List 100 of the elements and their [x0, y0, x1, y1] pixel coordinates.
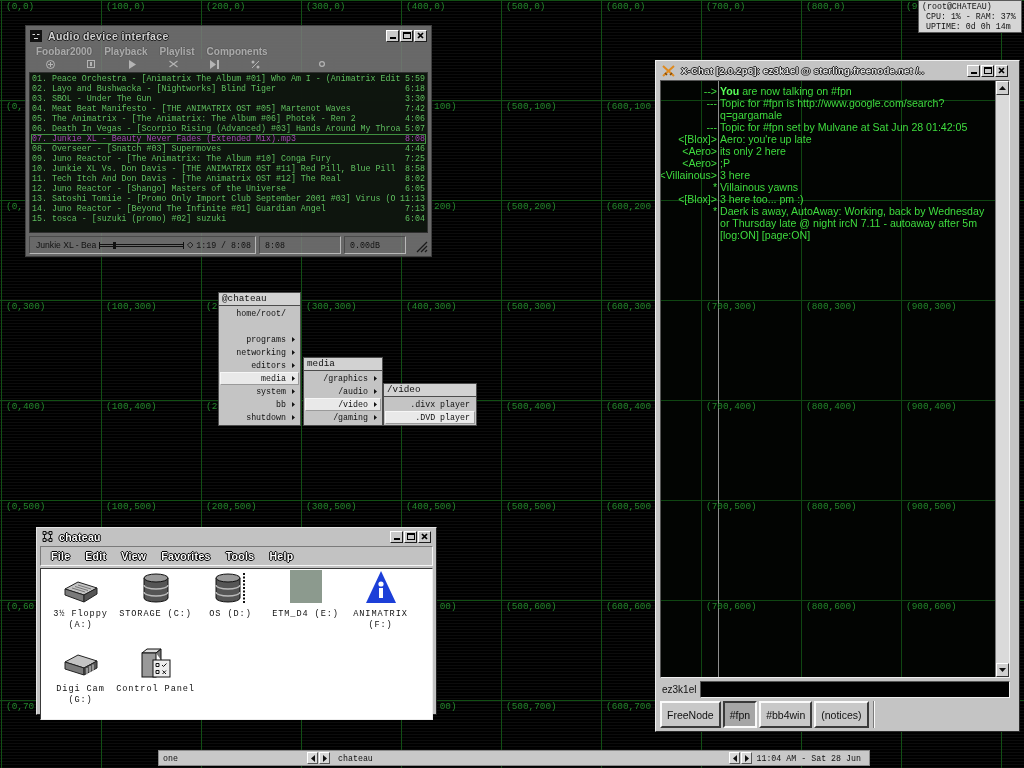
drive-label[interactable]: Digi Cam (G:) — [56, 684, 105, 706]
track-duration: 3:30 — [405, 95, 425, 103]
message-prefix: * — [712, 205, 717, 219]
menu-item[interactable]: /gaming — [305, 411, 381, 424]
playlist-row[interactable]: 07. Junkie XL - Beauty Never Fades (Extended Mix).mp3 8:08 — [31, 134, 426, 144]
maximize-button[interactable] — [981, 64, 994, 77]
playlist-row[interactable]: 10. Junkie XL Vs. Don Davis - [THE ANIMATRIX OST #11] Red Pill, Blue Pill 8:58 — [31, 164, 426, 174]
maximize-button[interactable] — [404, 530, 417, 543]
playlist-row[interactable]: 02. Layo and Bushwacka - [Nightworks] Blind Tiger 6:18 — [31, 84, 426, 94]
grid-coordinate-label: (100,300) — [106, 302, 157, 312]
scrollbar-track[interactable] — [995, 81, 1009, 677]
scroll-down-button[interactable] — [996, 663, 1009, 677]
playlist-row[interactable]: 06. Death In Vegas - [Scorpio Rising (Advanced) #03] Hands Around My Throa 5:07 — [31, 124, 426, 134]
grid-coordinate-label: (500,500) — [506, 502, 557, 512]
track-duration: 6:05 — [405, 185, 425, 193]
minimize-button[interactable] — [390, 530, 403, 543]
track-title: 15. tosca - [suzuki (promo) #02] suzuki — [32, 215, 227, 223]
drive-label[interactable]: ETM_D4 (E:) — [272, 609, 339, 620]
floppy-drive-icon[interactable] — [63, 581, 98, 603]
next-window-button[interactable] — [741, 752, 753, 764]
track-title: 01. Peace Orchestra - [Animatrix The Album #01] Who Am I - (Animatrix Edit — [32, 75, 401, 83]
drive-label[interactable]: 3½ Floppy (A:) — [53, 609, 108, 631]
close-button[interactable] — [418, 530, 431, 543]
close-button[interactable] — [414, 29, 427, 42]
track-title: 03. SBOL - Under The Gun — [32, 95, 152, 103]
message-text: Aero: you're up late — [720, 133, 813, 145]
menu-item[interactable]: .DVD player — [385, 411, 475, 424]
crossed-swords-icon — [662, 64, 675, 77]
grid-coordinate-label: (500,200) — [506, 202, 557, 212]
menu-item[interactable]: home/root/ — [220, 307, 299, 333]
track-title: 05. The Animatrix - [The Animatrix: The Album #06] Photek - Ren 2 — [32, 115, 356, 123]
plus-circle-icon — [45, 59, 55, 69]
track-duration: 6:18 — [405, 85, 425, 93]
nick-label: ez3k1el — [661, 683, 697, 695]
playlist-row[interactable]: 09. Juno Reactor - [The Animatrix: The Album #10] Conga Fury 7:25 — [31, 154, 426, 164]
grid-coordinate-label: (600,100 — [606, 102, 651, 112]
previous-workspace-button[interactable] — [307, 752, 318, 764]
menu-item[interactable]: Help — [269, 550, 294, 562]
channel-tab[interactable]: #bb4win — [759, 701, 813, 728]
previous-window-button[interactable] — [729, 752, 741, 764]
drive-label[interactable]: STORAGE (C:) — [119, 609, 192, 620]
message-prefix: * — [712, 181, 717, 193]
message-prefix: <[Blox]> — [678, 133, 717, 145]
menu-item[interactable]: media — [220, 372, 299, 385]
track-title: 06. Death In Vegas - [Scorpio Rising (Advanced) #03] Hands Around My Throa — [32, 125, 401, 133]
track-title: 02. Layo and Bushwacka - [Nightworks] Blind Tiger — [32, 85, 276, 93]
photo-placeholder[interactable] — [289, 570, 322, 603]
drive-label[interactable]: ANIMATRIX (F:) — [353, 609, 408, 631]
menu-item[interactable]: Tools — [225, 550, 255, 562]
down-arrow-icon — [999, 668, 1006, 672]
next-workspace-button[interactable] — [319, 752, 330, 764]
drive-label[interactable]: OS (D:) — [209, 609, 252, 620]
playlist-row[interactable]: 14. Juno Reactor - [Beyond The Infinite #01] Guardian Angel 7:13 — [31, 204, 426, 214]
drive-icon[interactable] — [63, 654, 98, 678]
disk-stack-icon[interactable] — [142, 573, 169, 603]
playlist-row[interactable]: 05. The Animatrix - [The Animatrix: The Album #06] Photek - Ren 2 4:06 — [31, 114, 426, 124]
playlist-row[interactable]: 12. Juno Reactor - [Shango] Masters of the Universe 6:05 — [31, 184, 426, 194]
playlist-row[interactable]: 13. Satoshi Tomiie - [Promo Only Import Club September 2001 #03] Virus (O 11:13 — [31, 194, 426, 204]
menu-item[interactable]: .divx player — [385, 398, 475, 411]
minimize-button[interactable] — [967, 64, 980, 77]
seek-bar[interactable] — [99, 241, 184, 249]
grid-coordinate-label: (0,400) — [6, 402, 46, 412]
playlist-row[interactable]: 15. tosca - [suzuki (promo) #02] suzuki 6:04 — [31, 214, 426, 224]
menu-item[interactable]: shutdown — [220, 411, 299, 424]
minimize-button[interactable] — [386, 29, 399, 42]
triangle-logo-icon[interactable] — [365, 571, 396, 603]
seek-thumb[interactable] — [112, 241, 116, 249]
menu-item[interactable]: programs — [220, 333, 299, 346]
playlist-row[interactable]: 11. Tech Itch And Don Davis - [The Animatrix OST #12] The Real 8:02 — [31, 174, 426, 184]
track-title: 13. Satoshi Tomiie - [Promo Only Import Club September 2001 #03] Virus (O — [32, 195, 396, 203]
track-duration: 11:13 — [400, 195, 425, 203]
playlist-row[interactable]: 08. Overseer - [Snatch #03] Supermoves 4:46 — [31, 144, 426, 154]
resize-grip-icon[interactable] — [416, 241, 428, 253]
menu-item[interactable]: networking — [220, 346, 299, 359]
menu-item[interactable]: /graphics — [305, 372, 381, 385]
grid-coordinate-label: (0,60 — [6, 602, 35, 612]
maximize-button[interactable] — [400, 29, 413, 42]
playlist-row[interactable]: 03. SBOL - Under The Gun 3:30 — [31, 94, 426, 104]
grid-coordinate-label: (500,300) — [506, 302, 557, 312]
network-icon — [42, 531, 53, 542]
control-panel-icon[interactable] — [140, 648, 171, 678]
menu-item[interactable]: /audio — [305, 385, 381, 398]
grid-coordinate-label: (400,0) — [406, 2, 446, 12]
scroll-up-button[interactable] — [996, 81, 1009, 95]
channel-tab[interactable]: FreeNode — [660, 701, 721, 728]
menu-item[interactable]: system — [220, 385, 299, 398]
drive-label[interactable]: Control Panel — [116, 684, 195, 695]
menu-item[interactable]: bb — [220, 398, 299, 411]
playlist-row[interactable]: 04. Meat Beat Manifesto - [THE ANIMATRIX OST #05] Martenot Waves 7:42 — [31, 104, 426, 114]
menu-item[interactable]: editors — [220, 359, 299, 372]
system-monitor-text: UPTIME: 0d 0h 14m — [926, 22, 1011, 32]
channel-tab[interactable]: (notices) — [814, 701, 869, 728]
playlist-row[interactable]: 01. Peace Orchestra - [Animatrix The Album #01] Who Am I - (Animatrix Edit 5:59 — [31, 74, 426, 84]
disk-stack-icon[interactable] — [214, 573, 247, 603]
message-input[interactable] — [700, 680, 1010, 698]
close-button[interactable] — [995, 64, 1008, 77]
track-title: 11. Tech Itch And Don Davis - [The Animatrix OST #12] The Real — [32, 175, 341, 183]
channel-tab[interactable]: #fpn — [722, 701, 758, 728]
message-text: 3 here — [720, 169, 752, 181]
menu-item[interactable]: /video — [305, 398, 381, 411]
